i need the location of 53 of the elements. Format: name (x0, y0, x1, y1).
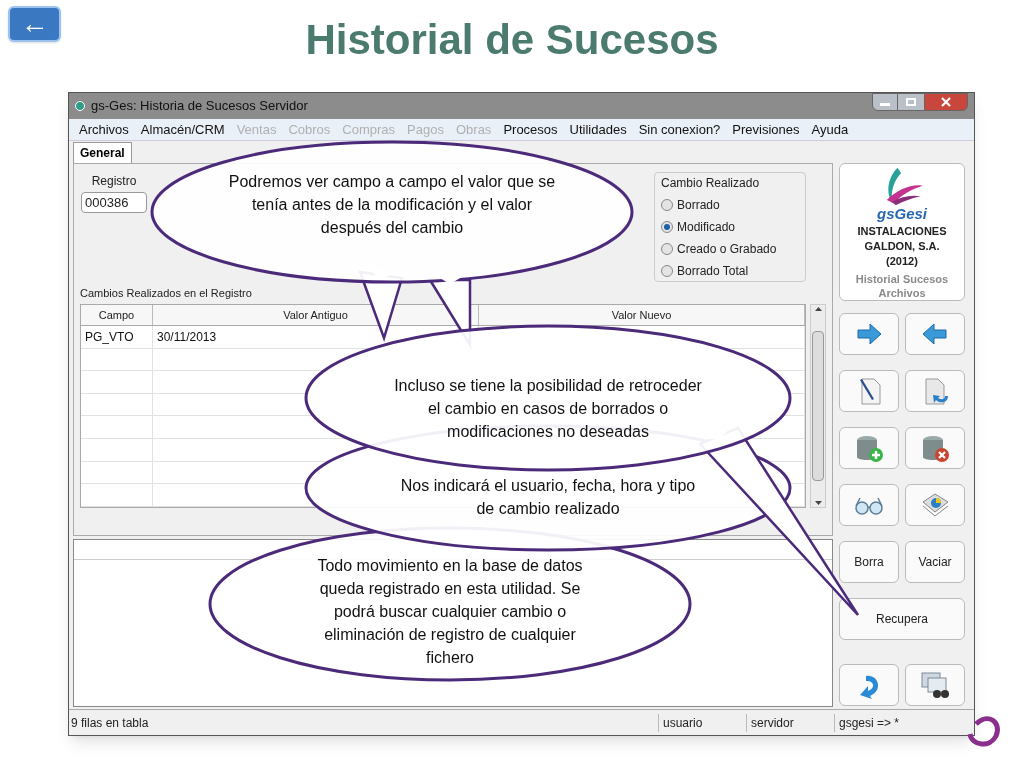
toolbar-button[interactable] (905, 664, 965, 706)
radio-label: Borrado (677, 197, 720, 214)
tab[interactable]: General (73, 142, 132, 163)
recupera-button[interactable]: Recupera (839, 598, 965, 640)
close-button[interactable] (924, 93, 968, 111)
radio-button[interactable] (661, 221, 673, 233)
menu-item[interactable]: Archivos (73, 119, 135, 140)
radio-label: Creado o Grabado (677, 241, 777, 258)
callout-text: Podremos ver campo a campo el valor que se tenía antes de la modificación y el valor después del cambio (227, 172, 557, 238)
radio-button[interactable] (661, 199, 673, 211)
window-title: gs-Ges: Historia de Sucesos Servidor (91, 97, 308, 116)
slide-title: Historial de Sucesos (305, 15, 719, 65)
column-header[interactable]: Campo (81, 304, 153, 326)
menu-item[interactable]: Sin conexion? (632, 119, 727, 140)
status-text: servidor (746, 713, 834, 732)
database-delete-icon (920, 433, 950, 463)
decorative-swirl (967, 716, 1000, 747)
scrollbar[interactable] (810, 303, 826, 508)
menu-item[interactable]: Ayuda (805, 119, 855, 140)
menu-item[interactable]: Almacén/CRM (134, 119, 231, 140)
close-icon (941, 97, 951, 107)
back-button[interactable]: ← (8, 6, 61, 42)
menu-item[interactable]: Utilidades (563, 119, 633, 140)
radio-button[interactable] (661, 243, 673, 255)
minimize-button[interactable] (872, 93, 898, 111)
app-icon (75, 101, 85, 111)
status-text: 9 filas en tabla (70, 714, 150, 732)
scroll-up-icon[interactable] (814, 306, 822, 311)
scroll-thumb[interactable] (812, 330, 824, 481)
brand-name: gsGesi (877, 205, 927, 224)
windows-binoculars-icon (920, 670, 950, 700)
radio-button[interactable] (661, 265, 673, 277)
company-name: INSTALACIONES GALDON, S.A. (2012) (857, 224, 947, 269)
radio-label: Borrado Total (677, 263, 749, 280)
scroll-down-icon[interactable] (814, 500, 822, 505)
registro-field[interactable]: 000386 (81, 192, 147, 213)
callout-text: Nos indicará el usuario, fecha, hora y tipo de cambio realizado (399, 476, 697, 519)
table-cell: PG_VTO (81, 326, 153, 348)
field-label: Registro (91, 173, 137, 190)
borra-button[interactable]: Borra (839, 541, 899, 583)
callout-text: Todo movimiento en la base de datos queda registrado en esta utilidad. Se podrá buscar cualquier cambio o eliminación de registro de cualquier fichero (316, 556, 584, 668)
callout-text: Incluso se tiene la posibilidad de retroceder el cambio en casos de borrados o modificaciones no deseadas (393, 376, 703, 442)
database-add-icon (854, 433, 884, 463)
vaciar-button[interactable]: Vaciar (905, 541, 965, 583)
menu-item[interactable]: Previsiones (726, 119, 806, 140)
group-title: Cambio Realizado (661, 175, 761, 192)
status-text: gsgesi => * (834, 713, 974, 732)
maximize-button[interactable] (898, 93, 924, 111)
status-text: usuario (658, 713, 746, 732)
table-title: Cambios Realizados en el Registro (80, 286, 253, 301)
panel-caption: Historial Sucesos Archivos (854, 272, 950, 300)
menu-item[interactable]: Procesos (497, 119, 564, 140)
radio-label: Modificado (677, 219, 736, 236)
